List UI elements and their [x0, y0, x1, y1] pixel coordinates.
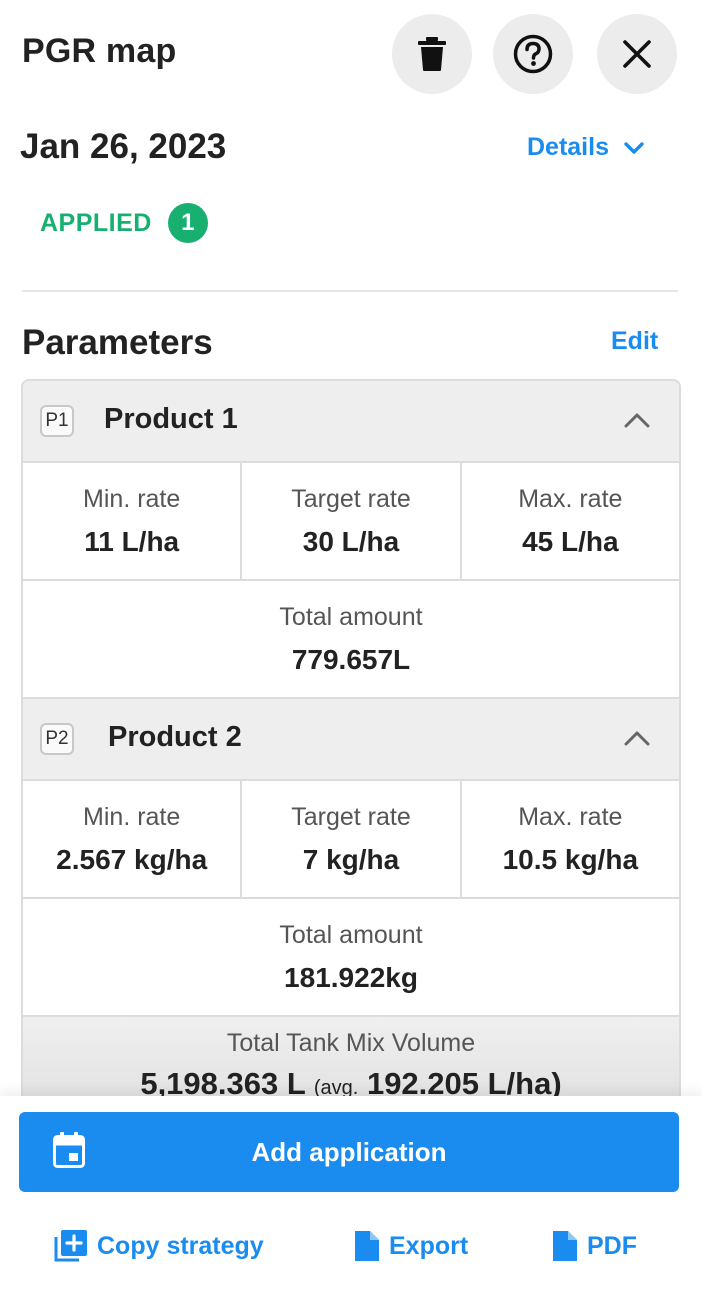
- bottom-action-bar: Add application Copy strategy Export PDF: [0, 1096, 702, 1296]
- copy-add-icon: [54, 1230, 87, 1262]
- product-1-total: Total amount 779.657L: [23, 581, 679, 699]
- details-toggle[interactable]: Details: [527, 133, 645, 162]
- min-rate-cell: Min. rate 11 L/ha: [23, 463, 243, 579]
- copy-strategy-link[interactable]: Copy strategy: [53, 1229, 264, 1263]
- product-1-rates: Min. rate 11 L/ha Target rate 30 L/ha Ma…: [23, 463, 679, 581]
- parameters-card: P1 Product 1 Min. rate 11 L/ha Target ra…: [21, 379, 681, 1099]
- max-rate-label: Max. rate: [518, 803, 623, 831]
- help-button[interactable]: [493, 14, 573, 94]
- product-2-total: Total amount 181.922kg: [23, 899, 679, 1017]
- trash-icon: [418, 37, 446, 71]
- target-rate-label: Target rate: [291, 803, 411, 831]
- close-icon: [623, 40, 651, 68]
- target-rate-label: Target rate: [291, 485, 411, 513]
- min-rate-value: 11 L/ha: [84, 526, 180, 557]
- product-1-header[interactable]: P1 Product 1: [23, 381, 679, 463]
- product-2-rates: Min. rate 2.567 kg/ha Target rate 7 kg/h…: [23, 781, 679, 899]
- total-amount-label: Total amount: [279, 921, 423, 949]
- pdf-label: PDF: [587, 1231, 637, 1260]
- target-rate-value: 7 kg/ha: [302, 844, 400, 875]
- copy-strategy-label: Copy strategy: [97, 1231, 264, 1260]
- tank-mix-avg-value: 192.205 L/ha): [366, 1066, 562, 1099]
- page-title: PGR map: [22, 32, 177, 70]
- tank-mix-summary: Total Tank Mix Volume 5,198.363 L (avg. …: [23, 1017, 679, 1099]
- details-label: Details: [527, 133, 609, 161]
- min-rate-cell: Min. rate 2.567 kg/ha: [23, 781, 243, 897]
- file-icon: [553, 1231, 577, 1261]
- delete-button[interactable]: [392, 14, 472, 94]
- pdf-link[interactable]: PDF: [551, 1229, 637, 1263]
- parameters-title: Parameters: [22, 323, 213, 362]
- status-label: APPLIED: [40, 208, 152, 237]
- product-name: Product 1: [104, 403, 238, 435]
- product-badge: P2: [40, 723, 74, 755]
- chevron-up-icon[interactable]: [623, 411, 651, 429]
- max-rate-cell: Max. rate 45 L/ha: [462, 463, 679, 579]
- total-amount-label: Total amount: [279, 603, 423, 631]
- add-application-button[interactable]: Add application: [19, 1112, 679, 1192]
- max-rate-value: 10.5 kg/ha: [502, 844, 639, 875]
- edit-parameters-link[interactable]: Edit: [611, 327, 658, 356]
- tank-mix-label: Total Tank Mix Volume: [226, 1029, 476, 1057]
- application-status: APPLIED 1: [40, 203, 208, 243]
- max-rate-value: 45 L/ha: [522, 526, 619, 557]
- total-amount-value: 181.922kg: [284, 962, 418, 993]
- target-rate-cell: Target rate 30 L/ha: [242, 463, 462, 579]
- product-name: Product 2: [108, 721, 242, 753]
- file-icon: [355, 1231, 379, 1261]
- product-badge: P1: [40, 405, 74, 437]
- add-application-label: Add application: [251, 1136, 447, 1167]
- help-circle-icon: [513, 34, 553, 74]
- min-rate-label: Min. rate: [83, 803, 181, 831]
- tank-mix-value-line: 5,198.363 L (avg. 192.205 L/ha): [23, 1066, 679, 1099]
- export-label: Export: [389, 1231, 469, 1260]
- application-date: Jan 26, 2023: [20, 127, 227, 166]
- max-rate-cell: Max. rate 10.5 kg/ha: [462, 781, 679, 897]
- export-link[interactable]: Export: [353, 1229, 468, 1263]
- calendar-icon: [53, 1132, 85, 1168]
- max-rate-label: Max. rate: [518, 485, 623, 513]
- total-amount-value: 779.657L: [291, 644, 411, 675]
- min-rate-value: 2.567 kg/ha: [56, 844, 208, 875]
- chevron-up-icon[interactable]: [623, 729, 651, 747]
- close-button[interactable]: [597, 14, 677, 94]
- target-rate-value: 30 L/ha: [302, 526, 400, 557]
- section-divider: [22, 290, 678, 292]
- panel-header: PGR map: [0, 0, 702, 110]
- target-rate-cell: Target rate 7 kg/ha: [242, 781, 462, 897]
- product-2-header[interactable]: P2 Product 2: [23, 699, 679, 781]
- chevron-down-icon: [624, 141, 644, 154]
- min-rate-label: Min. rate: [83, 485, 181, 513]
- tank-mix-volume: 5,198.363 L: [140, 1066, 306, 1099]
- status-count-badge: 1: [167, 203, 208, 243]
